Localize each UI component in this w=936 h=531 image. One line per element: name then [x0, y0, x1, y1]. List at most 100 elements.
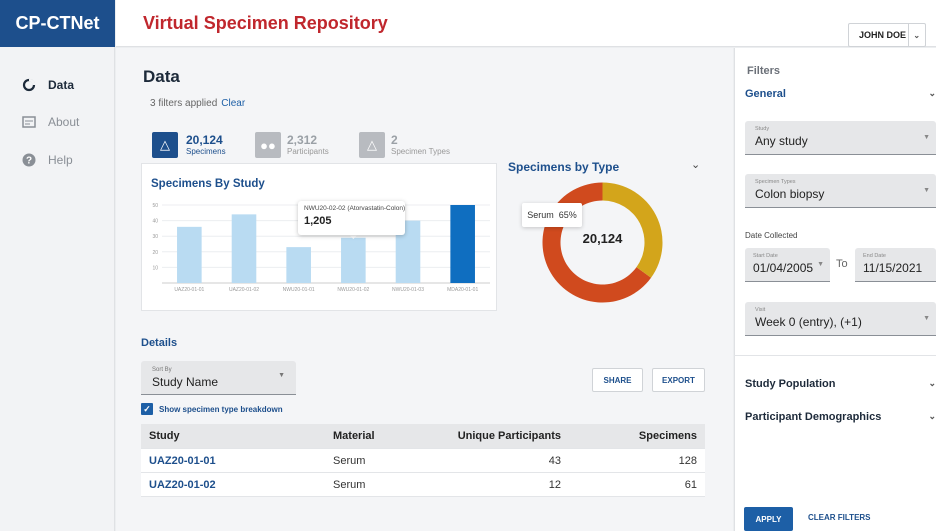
study-link[interactable]: UAZ20-01-01 [141, 455, 333, 467]
tooltip-label: Serum [527, 210, 554, 220]
y-tick-label: 30 [152, 234, 158, 240]
table-cell: 61 [684, 478, 697, 491]
bar [286, 247, 311, 283]
bar-tooltip: NWU20-02-02 (Atorvastatin-Colon) 1,205 [298, 201, 405, 235]
sidebar-item-data[interactable]: Data [0, 73, 115, 97]
stat-value: 20,124 [186, 132, 223, 147]
x-tick-label: NWU20-01-01 [283, 287, 315, 293]
x-tick-label: NWU20-01-02 [337, 287, 369, 293]
stat-tab-participants[interactable]: ●● 2,312 Participants [255, 125, 329, 165]
table-cell: Serum [333, 478, 366, 491]
field-label: Specimen Types [755, 179, 796, 185]
y-tick-label: 10 [152, 265, 158, 271]
study-chart-title: Specimens By Study [151, 178, 265, 190]
page-title: Data [143, 67, 180, 86]
participant-demographics-toggle[interactable]: Participant Demographics ⌄ [745, 411, 936, 423]
field-label: Study [755, 126, 770, 132]
checkmark-icon: ✓ [141, 403, 153, 415]
y-tick-label: 40 [152, 219, 158, 225]
field-label: Visit [755, 307, 766, 313]
bar [341, 237, 366, 283]
dropdown-arrow-icon: ▼ [278, 372, 285, 379]
study-link[interactable]: UAZ20-01-02 [141, 479, 333, 491]
clear-filters-button[interactable]: CLEAR FILTERS [808, 513, 871, 522]
study-select[interactable]: Study Any study ▼ [745, 121, 936, 155]
field-value: Week 0 (entry), (+1) [755, 315, 862, 329]
bar [177, 226, 202, 283]
table-cell: 12 [548, 478, 561, 491]
column-header[interactable]: Specimens [561, 430, 705, 442]
sidebar-item-about[interactable]: About [0, 110, 115, 134]
to-label: To [836, 258, 848, 270]
bar [231, 214, 257, 283]
stat-tab-specimen-types[interactable]: △ 2 Specimen Types [359, 125, 450, 165]
participant-demographics-label: Participant Demographics [745, 411, 882, 423]
chevron-down-icon: ⌄ [928, 411, 936, 421]
app-title: Virtual Specimen Repository [143, 13, 388, 33]
field-value: Any study [755, 134, 808, 148]
chevron-down-icon: ⌄ [928, 88, 936, 98]
column-header[interactable]: Material [333, 430, 433, 442]
visit-select[interactable]: Visit Week 0 (entry), (+1) ▼ [745, 302, 936, 336]
filters-applied-text: 3 filters applied Clear [150, 98, 245, 109]
x-tick-label: UAZ20-01-02 [229, 287, 259, 293]
table-cell: 128 [678, 454, 697, 467]
donut-icon [22, 78, 36, 92]
brand-logo[interactable]: CP-CTNet [0, 0, 115, 47]
general-label: General [745, 88, 786, 100]
table-header: Study Material Unique Participants Speci… [141, 424, 705, 449]
apply-button[interactable]: APPLY [744, 507, 793, 531]
start-date-select[interactable]: Start Date 01/04/2005 ▼ [745, 248, 830, 282]
chevron-down-icon[interactable]: ⌄ [691, 158, 700, 171]
field-label: Start Date [753, 253, 778, 259]
dropdown-arrow-icon: ▼ [817, 261, 824, 268]
donut-center-value: 20,124 [582, 231, 623, 246]
table-row: UAZ20-01-01 Serum 43 128 [141, 449, 705, 473]
study-population-toggle[interactable]: Study Population ⌄ [745, 378, 936, 390]
stat-label: Specimen Types [391, 146, 450, 156]
sidebar-item-help[interactable]: ? Help [0, 148, 115, 172]
people-icon: ●● [255, 132, 281, 158]
dropdown-arrow-icon: ▼ [923, 187, 930, 194]
column-header[interactable]: Unique Participants [433, 430, 561, 442]
field-value: Colon biopsy [755, 187, 825, 201]
breakdown-checkbox[interactable]: ✓ Show specimen type breakdown [141, 403, 283, 415]
stat-label: Participants [287, 146, 329, 156]
breakdown-label: Show specimen type breakdown [159, 404, 283, 414]
filters-heading: Filters [747, 65, 781, 77]
x-tick-label: UAZ20-01-01 [174, 287, 204, 293]
export-button[interactable]: EXPORT [652, 368, 705, 392]
chevron-down-icon: ⌄ [907, 24, 926, 46]
tooltip-value: 65% [558, 210, 577, 220]
share-button[interactable]: SHARE [592, 368, 643, 392]
stat-value: 2,312 [287, 132, 318, 147]
end-date-select[interactable]: End Date 11/15/2021 [855, 248, 936, 282]
type-chart-title: Specimens by Type [508, 160, 620, 174]
specimen-types-select[interactable]: Specimen Types Colon biopsy ▼ [745, 174, 936, 208]
field-value: 11/15/2021 [863, 261, 923, 275]
column-header[interactable]: Study [141, 430, 333, 442]
table-cell: Serum [333, 454, 366, 467]
tooltip-value: 1,205 [304, 215, 332, 227]
tooltip-label: NWU20-02-02 (Atorvastatin-Colon) [304, 205, 406, 212]
sort-select[interactable]: Sort By Study Name ▼ [141, 361, 296, 395]
flasks-icon: △ [359, 132, 385, 158]
details-table: Study Material Unique Participants Speci… [141, 424, 705, 497]
y-tick-label: 50 [152, 203, 158, 209]
chevron-down-icon: ⌄ [928, 378, 936, 388]
user-name: JOHN DOE [859, 30, 907, 40]
study-population-label: Study Population [745, 378, 836, 390]
date-collected-label: Date Collected [745, 231, 798, 240]
field-label: End Date [863, 253, 886, 259]
sort-value: Study Name [152, 375, 219, 389]
table-row: UAZ20-01-02 Serum 12 61 [141, 473, 705, 497]
stat-tab-specimens[interactable]: △ 20,124 Specimens [152, 125, 226, 165]
flask-icon: △ [152, 132, 178, 158]
user-menu[interactable]: JOHN DOE ⌄ [848, 23, 926, 47]
table-cell: 43 [548, 454, 561, 467]
general-section-toggle[interactable]: General ⌄ [745, 88, 936, 100]
clear-link[interactable]: Clear [221, 98, 245, 109]
stat-label: Specimens [186, 146, 226, 156]
field-value: 01/04/2005 [753, 261, 814, 275]
help-icon: ? [22, 153, 36, 167]
